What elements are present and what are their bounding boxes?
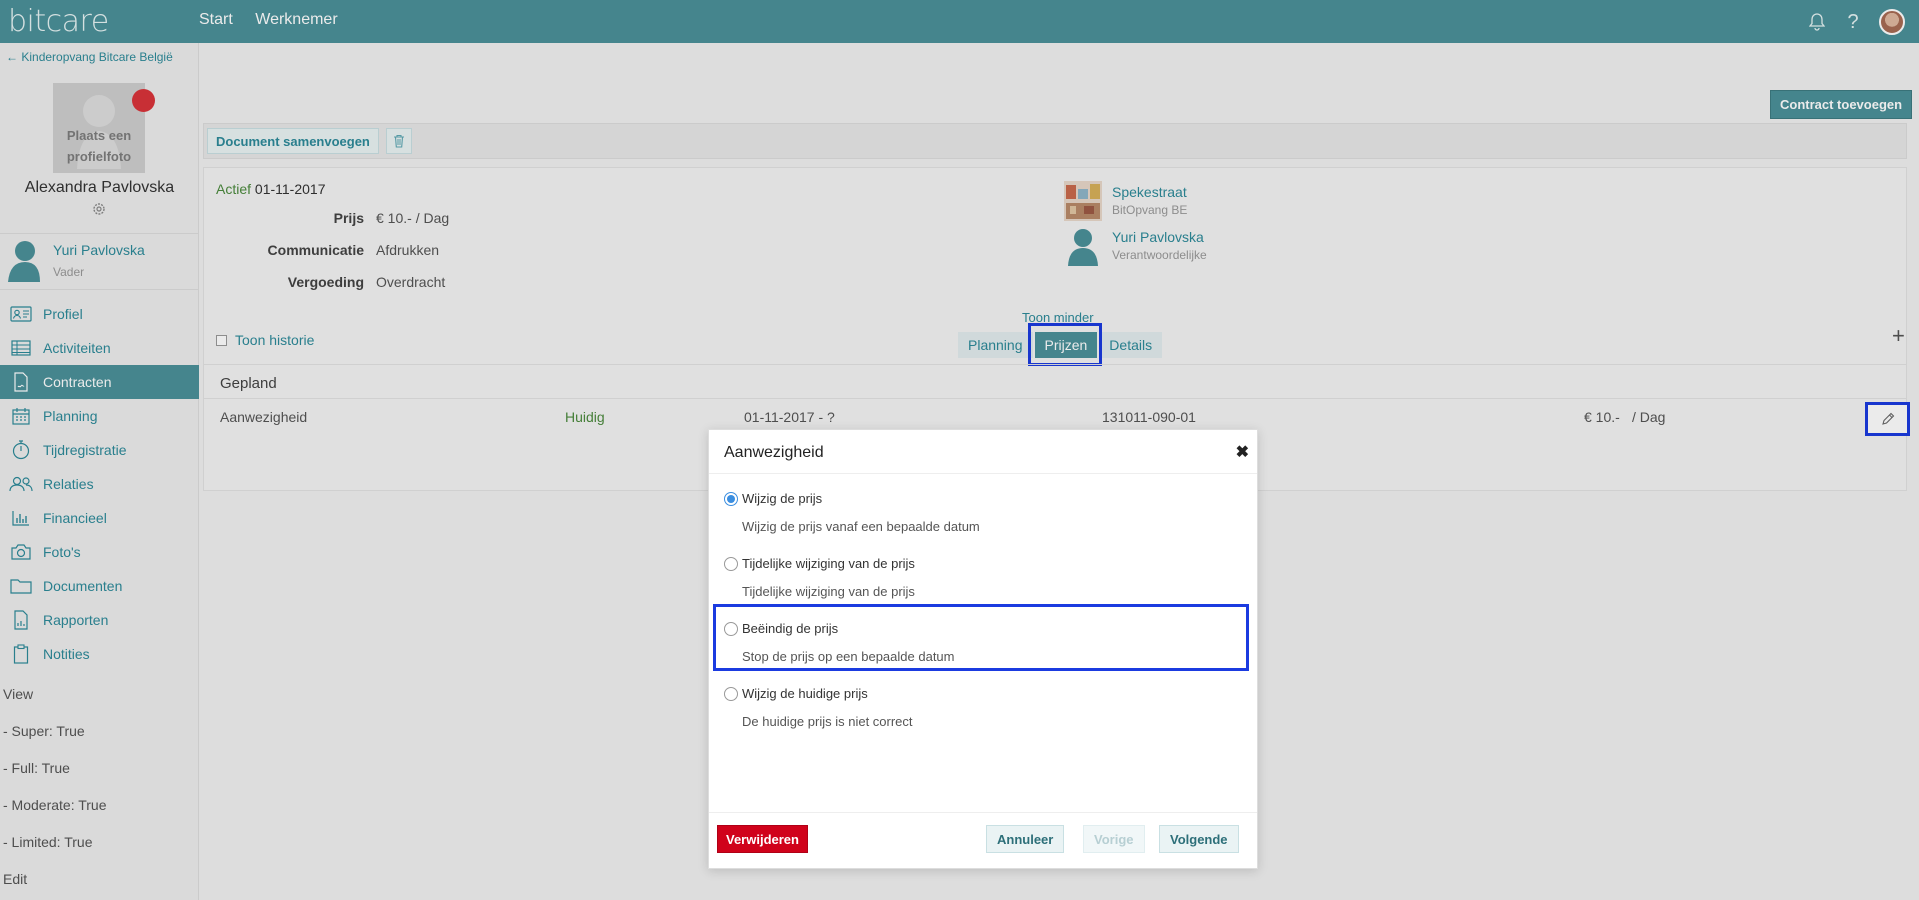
delete-button[interactable]: Verwijderen bbox=[717, 825, 808, 853]
radio-selected[interactable] bbox=[724, 492, 738, 506]
close-icon[interactable]: ✖ bbox=[1236, 442, 1249, 462]
option-desc: De huidige prijs is niet correct bbox=[742, 714, 913, 729]
modal-title: Aanwezigheid bbox=[724, 444, 824, 461]
next-button[interactable]: Volgende bbox=[1159, 825, 1239, 853]
price-modal: Aanwezigheid ✖ Wijzig de prijs Wijzig de… bbox=[708, 429, 1258, 869]
option-desc: Tijdelijke wijziging van de prijs bbox=[742, 584, 915, 599]
cancel-button[interactable]: Annuleer bbox=[986, 825, 1065, 853]
radio-unselected[interactable] bbox=[724, 557, 738, 571]
modal-header: Aanwezigheid ✖ bbox=[709, 430, 1257, 474]
option-label: Wijzig de prijs bbox=[742, 491, 823, 506]
previous-button[interactable]: Vorige bbox=[1083, 825, 1145, 853]
option-label: Tijdelijke wijziging van de prijs bbox=[742, 556, 915, 571]
radio-unselected[interactable] bbox=[724, 687, 738, 701]
modal-footer: Verwijderen Annuleer Vorige Volgende bbox=[709, 812, 1257, 868]
option-label: Wijzig de huidige prijs bbox=[742, 686, 868, 701]
option-desc: Wijzig de prijs vanaf een bepaalde datum bbox=[742, 519, 980, 534]
highlight-box bbox=[713, 604, 1249, 671]
